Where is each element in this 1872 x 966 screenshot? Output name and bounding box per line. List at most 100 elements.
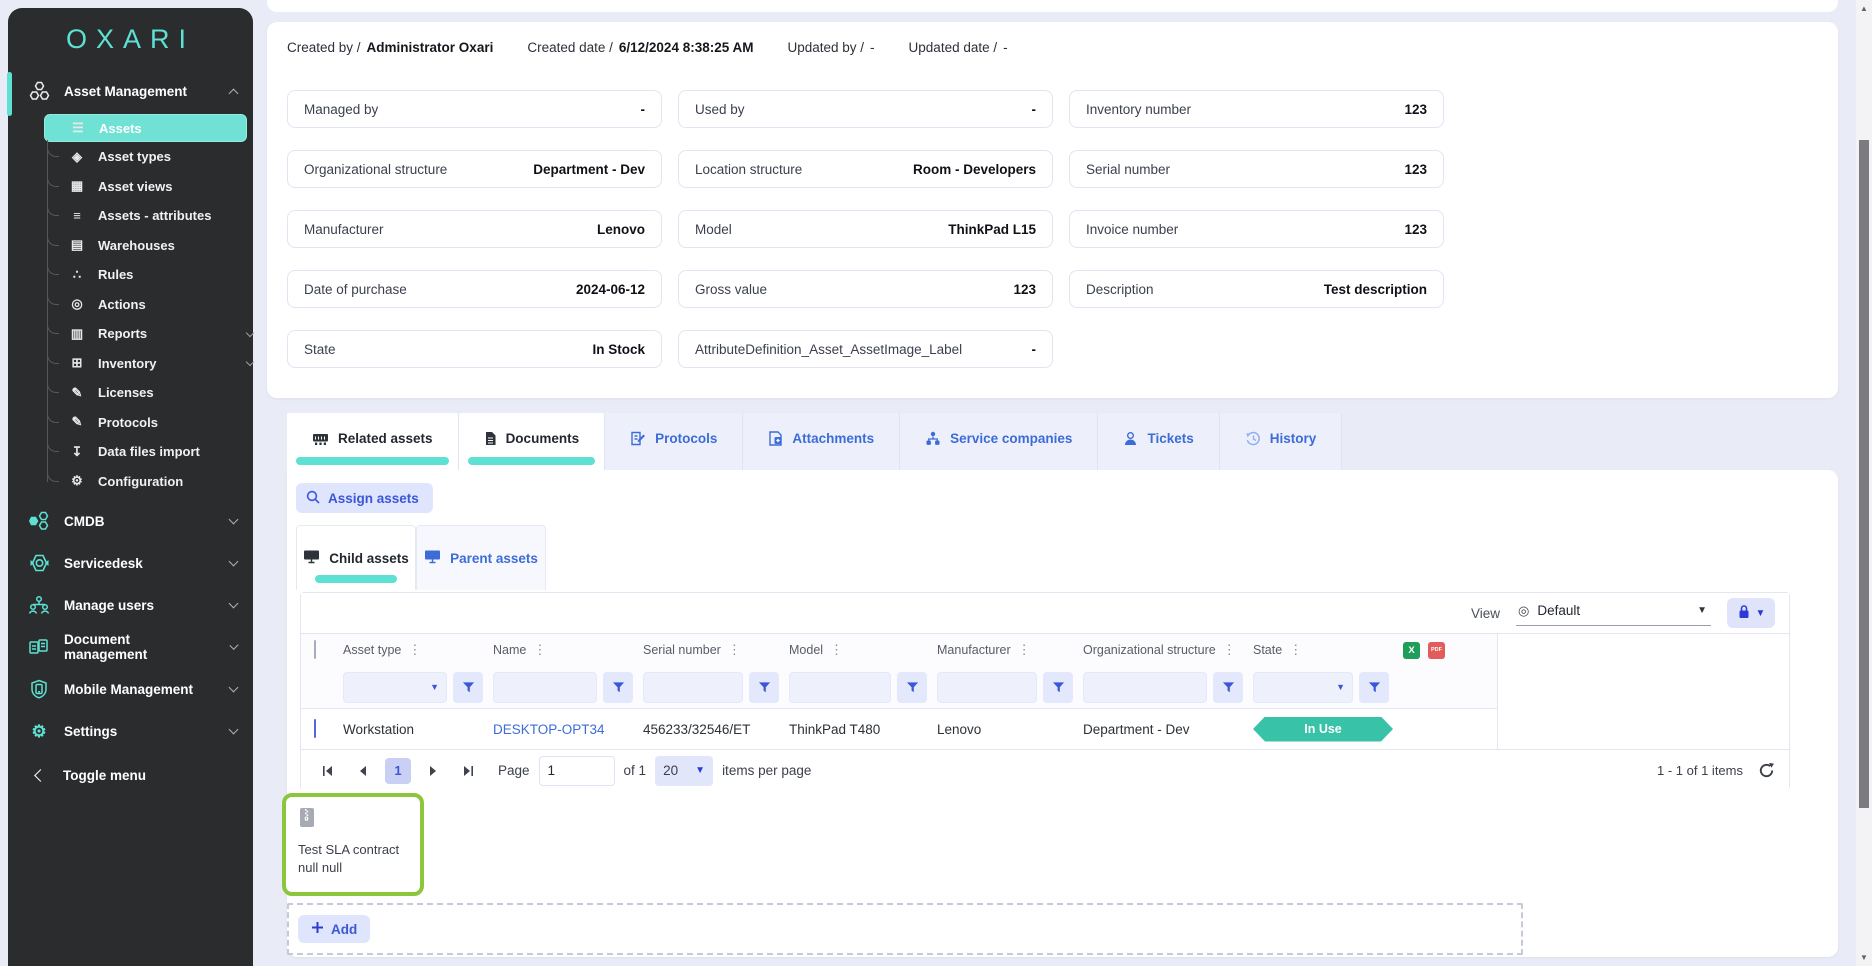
export-pdf-icon[interactable]: PDF [1428, 642, 1445, 659]
previous-page-button[interactable] [350, 758, 376, 784]
vertical-scrollbar[interactable]: ▲ ▼ [1856, 0, 1872, 966]
lock-view-button[interactable]: ▼ [1727, 598, 1775, 628]
chevron-down-icon [229, 641, 239, 651]
field-date-of-purchase[interactable]: Date of purchase2024-06-12 [287, 270, 662, 308]
filter-asset-type-select[interactable]: ▼ [343, 672, 447, 703]
subtab-parent-assets[interactable]: Parent assets [416, 525, 546, 590]
column-menu-icon[interactable]: ⋮ [1223, 642, 1236, 658]
field-invoice-number[interactable]: Invoice number123 [1069, 210, 1444, 248]
tab-related-assets[interactable]: Related assets [287, 413, 459, 470]
sidebar-item-licenses[interactable]: ✎ Licenses [47, 378, 253, 408]
field-managed-by[interactable]: Managed by- [287, 90, 662, 128]
sidebar-item-data-files-import[interactable]: ↧ Data files import [47, 437, 253, 467]
sidebar-item-asset-views[interactable]: ▦ Asset views [47, 172, 253, 202]
column-menu-icon[interactable]: ⋮ [408, 642, 421, 658]
field-gross-value[interactable]: Gross value123 [678, 270, 1053, 308]
tab-protocols[interactable]: Protocols [605, 413, 743, 470]
filter-org-structure-input[interactable] [1083, 672, 1207, 703]
sidebar-section-mobile-management[interactable]: Mobile Management [8, 668, 253, 710]
sidebar-item-inventory[interactable]: ⊞ Inventory [47, 349, 253, 379]
field-model[interactable]: ModelThinkPad L15 [678, 210, 1053, 248]
page-size-select[interactable]: 20 ▼ [655, 756, 713, 786]
toggle-menu-button[interactable]: Toggle menu [8, 754, 253, 796]
filter-model-input[interactable] [789, 672, 891, 703]
filter-name-input[interactable] [493, 672, 597, 703]
sidebar-item-configuration[interactable]: ⚙ Configuration [47, 467, 253, 497]
tab-label: Attachments [792, 431, 874, 446]
filter-manufacturer-input[interactable] [937, 672, 1037, 703]
row-checkbox[interactable] [314, 719, 316, 738]
column-menu-icon[interactable]: ⋮ [1018, 642, 1031, 658]
column-menu-icon[interactable]: ⋮ [1289, 642, 1302, 658]
grid-data-row[interactable]: Workstation DESKTOP-OPT34 456233/32546/E… [301, 709, 1497, 749]
export-excel-icon[interactable]: X [1403, 642, 1420, 659]
column-header: Organizational structure [1083, 643, 1216, 657]
subtab-child-assets[interactable]: Child assets [296, 525, 416, 590]
sidebar-section-settings[interactable]: ⚙ Settings [8, 710, 253, 752]
filter-state-select[interactable]: ▼ [1253, 672, 1353, 703]
column-menu-icon[interactable]: ⋮ [728, 642, 741, 658]
scroll-down-icon[interactable]: ▼ [1856, 953, 1872, 962]
filter-funnel-button[interactable] [897, 672, 927, 703]
field-manufacturer[interactable]: ManufacturerLenovo [287, 210, 662, 248]
filter-funnel-button[interactable] [453, 672, 483, 703]
tab-documents[interactable]: Documents [459, 413, 606, 470]
cell-name-link[interactable]: DESKTOP-OPT34 [493, 722, 643, 737]
filter-funnel-button[interactable] [1359, 672, 1389, 703]
last-page-button[interactable] [455, 758, 481, 784]
field-serial-number[interactable]: Serial number123 [1069, 150, 1444, 188]
field-organizational-structure[interactable]: Organizational structureDepartment - Dev [287, 150, 662, 188]
sidebar-item-label: Actions [98, 297, 146, 312]
sidebar-item-reports[interactable]: ▥ Reports [47, 319, 253, 349]
field-description[interactable]: DescriptionTest description [1069, 270, 1444, 308]
updated-date: Updated date /- [909, 40, 1008, 55]
field-inventory-number[interactable]: Inventory number123 [1069, 90, 1444, 128]
filter-funnel-button[interactable] [603, 672, 633, 703]
assign-assets-button[interactable]: Assign assets [296, 483, 433, 513]
scroll-up-icon[interactable]: ▲ [1856, 4, 1872, 13]
add-document-button[interactable]: Add [298, 915, 370, 943]
page-1-button[interactable]: 1 [385, 758, 411, 784]
sidebar-section-cmdb[interactable]: CMDB [8, 500, 253, 542]
select-all-checkbox[interactable] [314, 640, 316, 659]
sidebar-item-protocols[interactable]: ✎ Protocols [47, 408, 253, 438]
view-select[interactable]: ◎ Default ▼ [1516, 601, 1711, 626]
sidebar-item-asset-types[interactable]: ◈ Asset types [47, 142, 253, 172]
sidebar-section-servicedesk[interactable]: Servicedesk [8, 542, 253, 584]
filter-funnel-button[interactable] [749, 672, 779, 703]
page-number-input[interactable] [539, 756, 615, 786]
doc-pen-icon: ✎ [68, 385, 86, 401]
document-drop-zone[interactable]: Add [287, 903, 1523, 955]
first-page-button[interactable] [315, 758, 341, 784]
filter-funnel-button[interactable] [1213, 672, 1243, 703]
sidebar-section-asset-management[interactable]: Asset Management [8, 70, 253, 112]
filter-serial-number-input[interactable] [643, 672, 743, 703]
sidebar-item-warehouses[interactable]: ▤ Warehouses [47, 231, 253, 261]
next-page-button[interactable] [420, 758, 446, 784]
sidebar-item-actions[interactable]: ◎ Actions [47, 290, 253, 320]
page-label: Page [498, 763, 530, 778]
sidebar-item-assets[interactable]: ☰ Assets [44, 114, 247, 142]
sidebar-item-assets-attributes[interactable]: ≡ Assets - attributes [47, 201, 253, 231]
sidebar-item-rules[interactable]: ∴ Rules [47, 260, 253, 290]
field-asset-image[interactable]: AttributeDefinition_Asset_AssetImage_Lab… [678, 330, 1053, 368]
tab-tickets[interactable]: Tickets [1098, 413, 1219, 470]
field-state[interactable]: StateIn Stock [287, 330, 662, 368]
grid-pagination: 1 Page of 1 20 ▼ items per page 1 - 1 of… [301, 749, 1789, 791]
related-assets-panel: Assign assets Child assets Parent assets… [287, 470, 1838, 957]
refresh-icon[interactable] [1758, 762, 1775, 779]
field-location-structure[interactable]: Location structureRoom - Developers [678, 150, 1053, 188]
scrollbar-thumb[interactable] [1859, 140, 1869, 808]
sidebar-section-manage-users[interactable]: Manage users [8, 584, 253, 626]
column-menu-icon[interactable]: ⋮ [533, 642, 546, 658]
chevron-down-icon: ▼ [695, 765, 705, 776]
tab-attachments[interactable]: Attachments [743, 413, 900, 470]
document-card-selected[interactable]: Test SLA contract null null [282, 793, 424, 896]
sidebar-section-document-management[interactable]: Document management [8, 626, 253, 668]
column-menu-icon[interactable]: ⋮ [830, 642, 843, 658]
filter-funnel-button[interactable] [1043, 672, 1073, 703]
tab-service-companies[interactable]: Service companies [900, 413, 1098, 470]
field-used-by[interactable]: Used by- [678, 90, 1053, 128]
relation-subtabs: Child assets Parent assets [296, 525, 546, 590]
tab-history[interactable]: History [1220, 413, 1343, 470]
